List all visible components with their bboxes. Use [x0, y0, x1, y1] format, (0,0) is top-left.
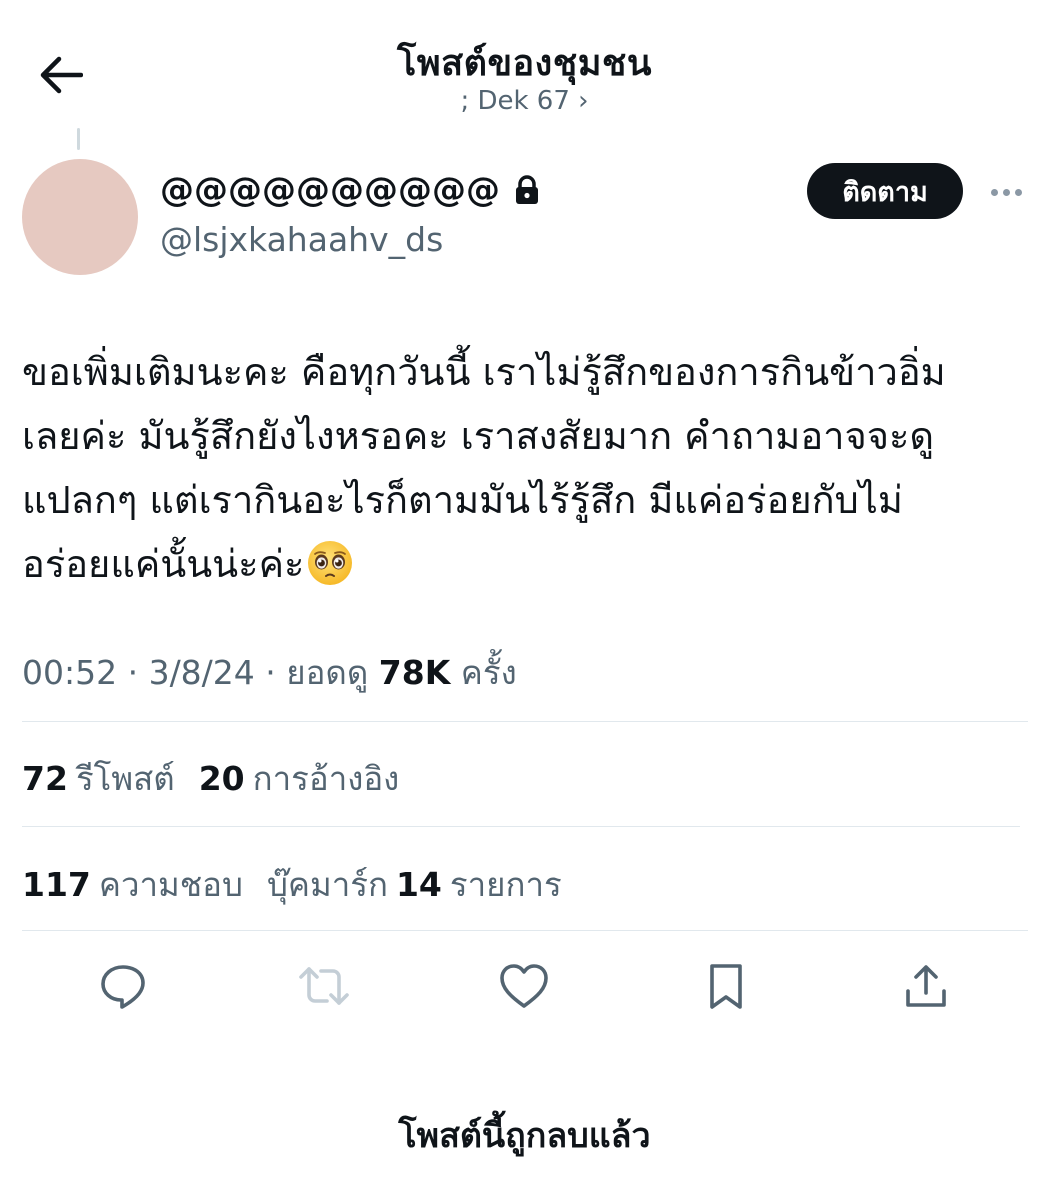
quotes-stat[interactable]: 20 การอ้างอิง: [199, 752, 400, 805]
view-count: 78K: [378, 653, 451, 692]
divider: [22, 930, 1028, 931]
bookmarks-label: บุ๊คมาร์ก: [266, 865, 388, 904]
likes-label: ความชอบ: [98, 865, 243, 904]
author-display-name: @@@@@@@@@@: [160, 170, 500, 210]
stats-row-likes: 117 ความชอบ บุ๊คมาร์ก 14 รายการ: [22, 858, 586, 911]
like-icon: [500, 964, 548, 1008]
bookmarks-unit: รายการ: [449, 865, 562, 904]
quotes-label: การอ้างอิง: [252, 759, 400, 798]
likes-count: 117: [22, 865, 91, 904]
post-text-line: เลยค่ะ มันรู้สึกยังไงหรอคะ เราสงสัยมาก ค…: [22, 414, 935, 458]
community-link[interactable]: ; Dek 67 ›: [0, 86, 1049, 116]
post-text: ขอเพิ่มเติมนะคะ คือทุกวันนี้ เราไม่รู้สึ…: [22, 340, 1022, 596]
divider: [22, 826, 1020, 827]
repost-icon: [299, 967, 349, 1005]
author-handle[interactable]: @lsjxkahaahv_ds: [160, 220, 443, 259]
share-icon: [906, 965, 946, 1007]
author-display-name-row[interactable]: @@@@@@@@@@: [160, 170, 540, 210]
bookmark-button[interactable]: [698, 958, 754, 1014]
bookmarks-stat[interactable]: บุ๊คมาร์ก 14 รายการ: [267, 858, 562, 911]
more-icon[interactable]: [982, 172, 1030, 212]
follow-button[interactable]: ติดตาม: [807, 163, 963, 219]
post-text-line: อร่อยแค่นั้นน่ะค่ะ: [22, 542, 305, 586]
reposts-count: 72: [22, 759, 68, 798]
share-button[interactable]: [898, 958, 954, 1014]
post-text-line: แปลกๆ แต่เรากินอะไรก็ตามมันไร้รู้สึก มีแ…: [22, 478, 903, 522]
bookmark-icon: [710, 964, 742, 1009]
reposts-label: รีโพสต์: [75, 759, 175, 798]
divider: [22, 721, 1028, 722]
reply-button[interactable]: [95, 958, 151, 1014]
quotes-count: 20: [198, 759, 245, 798]
reply-icon: [101, 965, 145, 1009]
bookmarks-count: 14: [395, 865, 442, 904]
deleted-post-notice: โพสต์นี้ถูกลบแล้ว: [398, 1116, 651, 1156]
post-text-line: ขอเพิ่มเติมนะคะ คือทุกวันนี้ เราไม่รู้สึ…: [22, 350, 946, 394]
page-title: โพสต์ของชุมชน: [397, 43, 652, 84]
thread-line: [77, 128, 80, 150]
lock-icon: [516, 175, 538, 204]
stats-row-reposts: 72 รีโพสต์ 20 การอ้างอิง: [22, 752, 423, 805]
repost-button[interactable]: [296, 958, 352, 1014]
like-button[interactable]: [496, 958, 552, 1014]
reposts-stat[interactable]: 72 รีโพสต์: [22, 752, 175, 805]
likes-stat[interactable]: 117 ความชอบ: [22, 858, 243, 911]
view-unit: ครั้ง: [460, 653, 517, 692]
avatar[interactable]: [22, 159, 138, 275]
pleading-face-emoji: [308, 541, 353, 585]
post-time-date: 00:52 · 3/8/24 · ยอดดู: [22, 653, 369, 692]
post-meta: 00:52 · 3/8/24 · ยอดดู 78K ครั้ง: [22, 646, 517, 699]
